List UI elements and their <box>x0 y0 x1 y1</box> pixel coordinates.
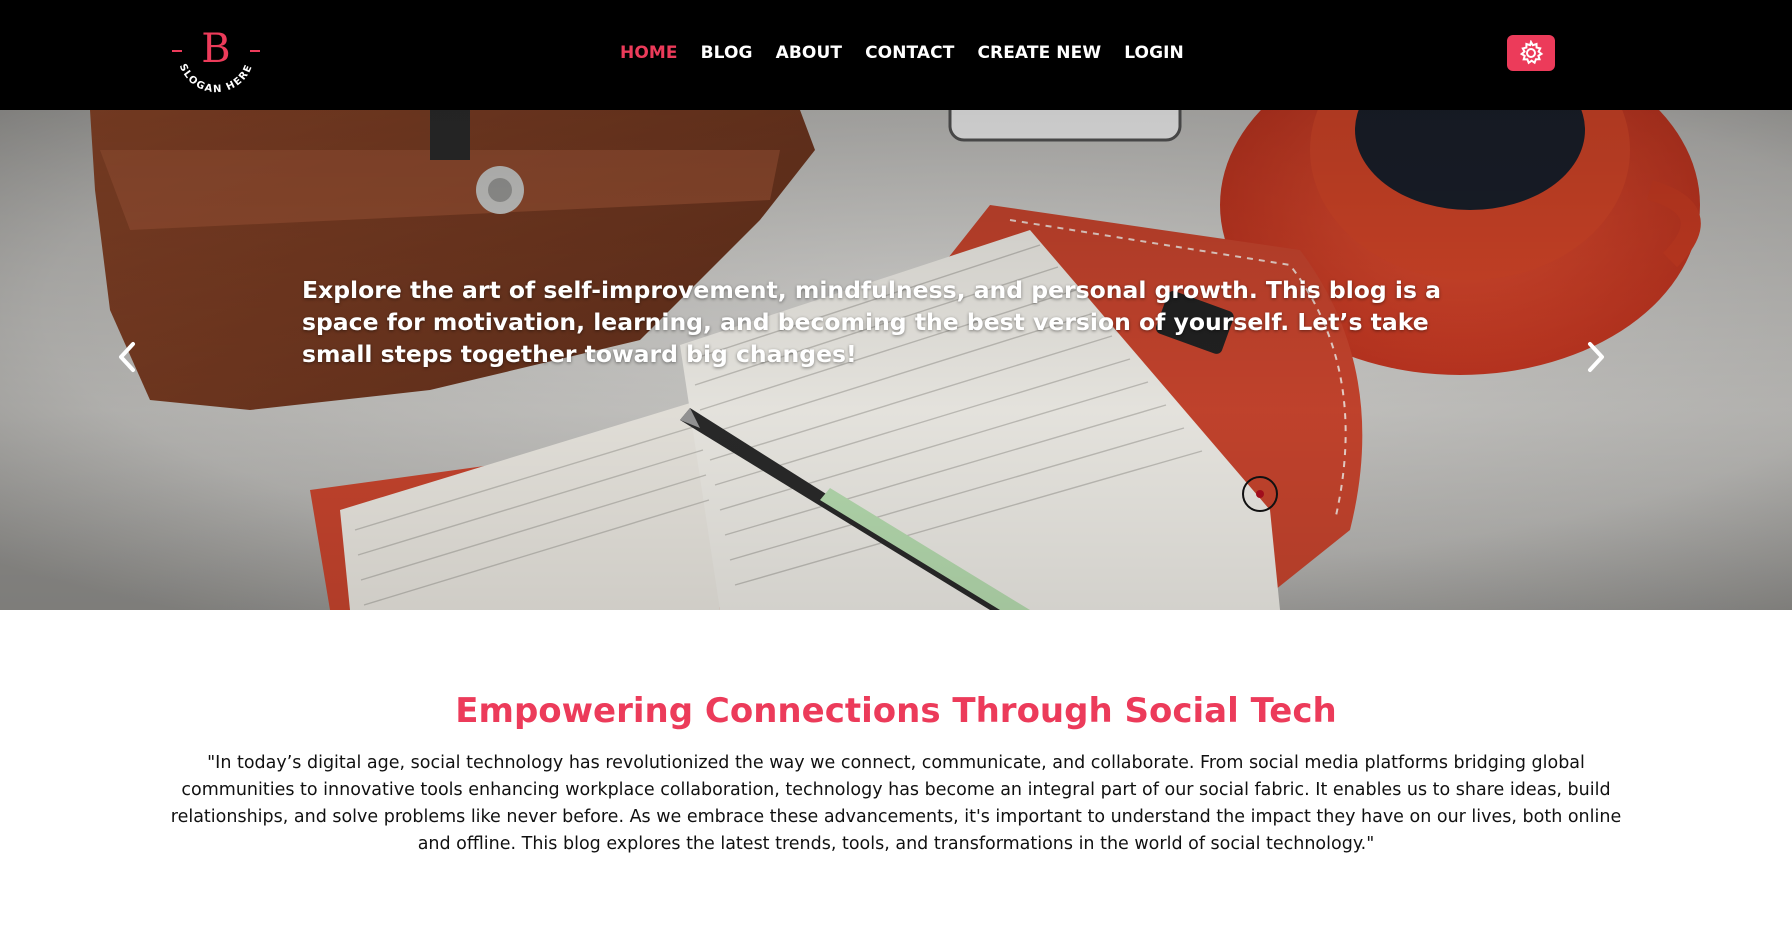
carousel-indicator[interactable] <box>1242 476 1278 512</box>
logo-letter: B <box>201 26 230 72</box>
nav-home[interactable]: HOME <box>620 42 678 64</box>
nav-contact[interactable]: CONTACT <box>865 42 954 64</box>
carousel-prev-button[interactable] <box>107 337 147 377</box>
main-nav: HOME BLOG ABOUT CONTACT CREATE NEW LOGIN <box>620 42 1184 64</box>
section-title: Empowering Connections Through Social Te… <box>455 691 1337 731</box>
carousel-next-button[interactable] <box>1576 337 1616 377</box>
section-intro: "In today’s digital age, social technolo… <box>170 753 1622 854</box>
logo[interactable]: B SLOGAN HERE <box>168 18 264 95</box>
gear-icon <box>1519 40 1544 65</box>
hero-carousel: Explore the art of self-improvement, min… <box>0 110 1792 610</box>
nav-about[interactable]: ABOUT <box>776 42 842 64</box>
nav-blog[interactable]: BLOG <box>701 42 753 64</box>
hero-tagline: Explore the art of self-improvement, min… <box>302 276 1442 368</box>
nav-create-new[interactable]: CREATE NEW <box>977 42 1101 64</box>
site-header: B SLOGAN HERE HOME BLOG ABOUT CONTACT CR… <box>0 0 1792 110</box>
page: B SLOGAN HERE HOME BLOG ABOUT CONTACT CR… <box>0 0 1792 931</box>
chevron-right-icon <box>1588 342 1604 372</box>
nav-login[interactable]: LOGIN <box>1124 42 1184 64</box>
settings-button[interactable] <box>1507 35 1555 71</box>
logo-mark: B SLOGAN HERE <box>172 26 260 95</box>
chevron-left-icon <box>119 342 135 372</box>
